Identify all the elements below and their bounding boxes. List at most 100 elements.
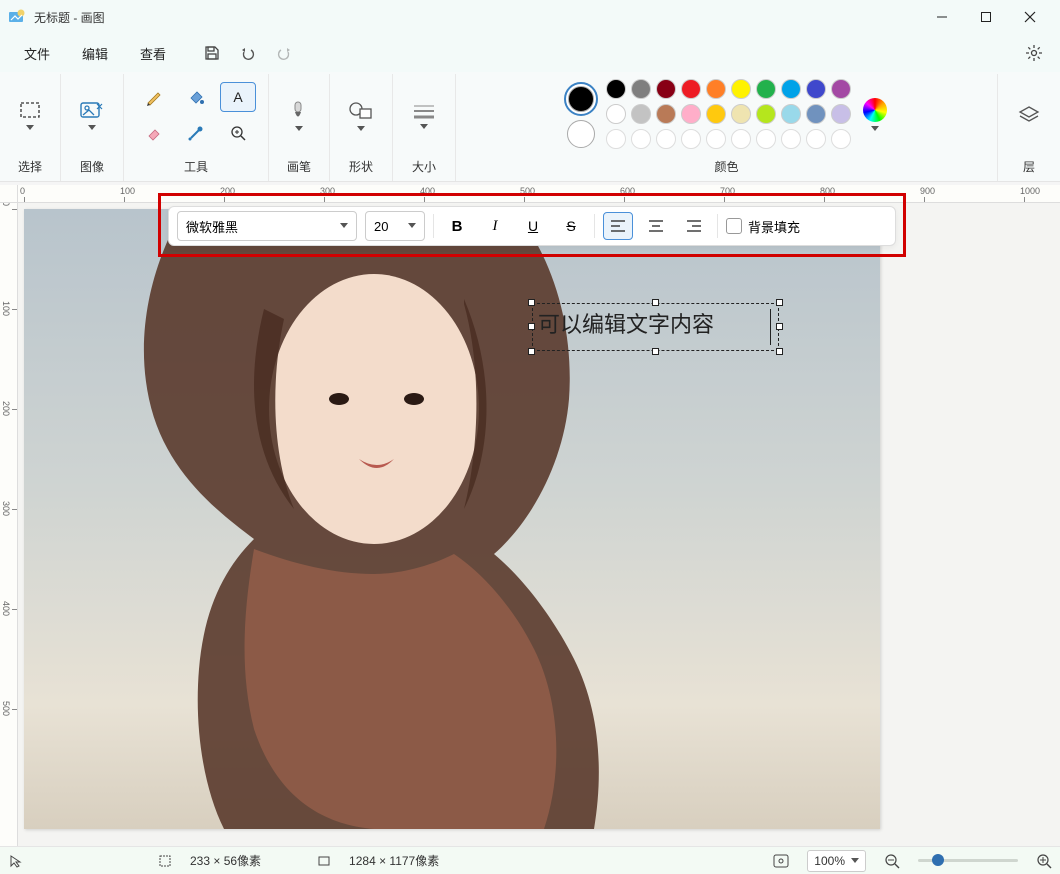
color-swatch[interactable] <box>756 79 776 99</box>
align-left-button[interactable] <box>603 212 633 240</box>
background-fill-toggle[interactable]: 背景填充 <box>726 217 800 236</box>
canvas-size: 1284 × 1177像素 <box>349 852 439 869</box>
menu-edit[interactable]: 编辑 <box>66 38 124 69</box>
color-swatch[interactable] <box>731 129 751 149</box>
font-family-value: 微软雅黑 <box>186 217 238 236</box>
color-swatch[interactable] <box>731 79 751 99</box>
color-swatch[interactable] <box>631 129 651 149</box>
underline-button[interactable]: U <box>518 212 548 240</box>
redo-button[interactable] <box>266 38 302 68</box>
close-button[interactable] <box>1008 1 1052 33</box>
align-center-button[interactable] <box>641 212 671 240</box>
color-palette <box>606 79 853 151</box>
edit-colors-button[interactable] <box>863 98 887 122</box>
color-swatch[interactable] <box>681 104 701 124</box>
group-label: 层 <box>1023 154 1035 181</box>
primary-color-swatch[interactable] <box>564 82 598 116</box>
ribbon-group-size: 大小 <box>393 74 456 181</box>
zoom-slider[interactable] <box>918 859 1018 862</box>
shapes-tool[interactable] <box>340 93 382 138</box>
ruler-corner <box>0 185 18 203</box>
color-swatch[interactable] <box>656 104 676 124</box>
color-swatch[interactable] <box>681 79 701 99</box>
zoom-out-button[interactable] <box>884 853 900 869</box>
eyedropper-tool[interactable] <box>178 118 214 148</box>
fill-tool[interactable] <box>178 82 214 112</box>
color-swatch[interactable] <box>831 104 851 124</box>
zoom-value: 100% <box>814 854 845 868</box>
align-right-button[interactable] <box>679 212 709 240</box>
ruler-vertical: 0100200300400500 <box>0 203 18 846</box>
color-swatch[interactable] <box>706 104 726 124</box>
menu-file[interactable]: 文件 <box>8 38 66 69</box>
group-label: 工具 <box>184 154 208 181</box>
size-tool[interactable] <box>403 95 445 136</box>
color-swatch[interactable] <box>606 104 626 124</box>
fit-screen-button[interactable] <box>773 854 789 868</box>
color-swatch[interactable] <box>806 129 826 149</box>
menu-view[interactable]: 查看 <box>124 38 182 69</box>
canvas[interactable]: 可以编辑文字内容 <box>24 209 880 829</box>
ribbon-group-colors: 颜色 <box>456 74 998 181</box>
brush-tool[interactable] <box>279 93 319 138</box>
color-swatch[interactable] <box>706 129 726 149</box>
font-family-select[interactable]: 微软雅黑 <box>177 211 357 241</box>
app-icon <box>8 8 26 26</box>
color-swatch[interactable] <box>656 79 676 99</box>
background-fill-label: 背景填充 <box>748 217 800 236</box>
text-edit-box[interactable]: 可以编辑文字内容 <box>532 303 779 351</box>
magnifier-tool[interactable] <box>220 118 256 148</box>
text-tool[interactable]: A <box>220 82 256 112</box>
zoom-select[interactable]: 100% <box>807 850 866 872</box>
color-swatch[interactable] <box>831 129 851 149</box>
svg-text:A: A <box>233 89 243 105</box>
ribbon-group-tools: A 工具 <box>124 74 269 181</box>
selection-size-icon <box>158 854 172 868</box>
color-swatch[interactable] <box>756 129 776 149</box>
color-swatch[interactable] <box>681 129 701 149</box>
maximize-button[interactable] <box>964 1 1008 33</box>
settings-button[interactable] <box>1016 38 1052 68</box>
pencil-tool[interactable] <box>136 82 172 112</box>
save-button[interactable] <box>194 38 230 68</box>
window-title: 无标题 - 画图 <box>34 9 105 26</box>
minimize-button[interactable] <box>920 1 964 33</box>
color-swatch[interactable] <box>831 79 851 99</box>
selection-size: 233 × 56像素 <box>190 852 261 869</box>
eraser-tool[interactable] <box>136 118 172 148</box>
text-content[interactable]: 可以编辑文字内容 <box>538 307 773 347</box>
group-label: 颜色 <box>714 154 738 181</box>
font-size-value: 20 <box>374 219 388 234</box>
italic-button[interactable]: I <box>480 212 510 240</box>
select-tool[interactable] <box>10 94 50 137</box>
ribbon-group-select: 选择 <box>0 74 61 181</box>
viewport[interactable]: 可以编辑文字内容 <box>18 203 1060 846</box>
zoom-in-button[interactable] <box>1036 853 1052 869</box>
cursor-position-icon <box>8 854 22 868</box>
image-tool[interactable] <box>71 94 113 137</box>
color-swatch[interactable] <box>731 104 751 124</box>
titlebar: 无标题 - 画图 <box>0 0 1060 34</box>
bold-button[interactable]: B <box>442 212 472 240</box>
color-swatch[interactable] <box>781 79 801 99</box>
strikethrough-button[interactable]: S <box>556 212 586 240</box>
ribbon: 选择 图像 A 工具 <box>0 72 1060 182</box>
text-toolbar: 微软雅黑 20 B I U S 背景填充 <box>168 206 896 246</box>
layers-button[interactable] <box>1008 97 1050 133</box>
font-size-select[interactable]: 20 <box>365 211 425 241</box>
color-swatch[interactable] <box>781 104 801 124</box>
color-swatch[interactable] <box>806 104 826 124</box>
color-swatch[interactable] <box>631 104 651 124</box>
color-swatch[interactable] <box>806 79 826 99</box>
color-swatch[interactable] <box>756 104 776 124</box>
color-swatch[interactable] <box>631 79 651 99</box>
color-swatch[interactable] <box>706 79 726 99</box>
secondary-color-swatch[interactable] <box>567 120 595 148</box>
color-swatch[interactable] <box>781 129 801 149</box>
color-swatch[interactable] <box>656 129 676 149</box>
color-swatch[interactable] <box>606 79 626 99</box>
color-swatch[interactable] <box>606 129 626 149</box>
undo-button[interactable] <box>230 38 266 68</box>
text-cursor <box>770 309 771 345</box>
ribbon-group-brushes: 画笔 <box>269 74 330 181</box>
